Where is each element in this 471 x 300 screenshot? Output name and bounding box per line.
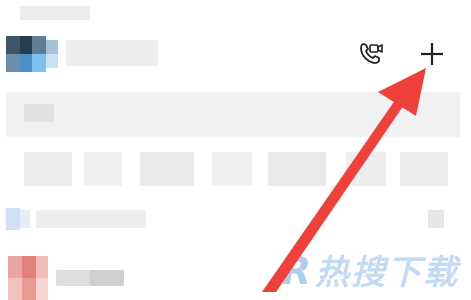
arrow-head [378,68,426,116]
arrow-shaft [262,96,406,292]
annotation-arrow [262,68,426,292]
